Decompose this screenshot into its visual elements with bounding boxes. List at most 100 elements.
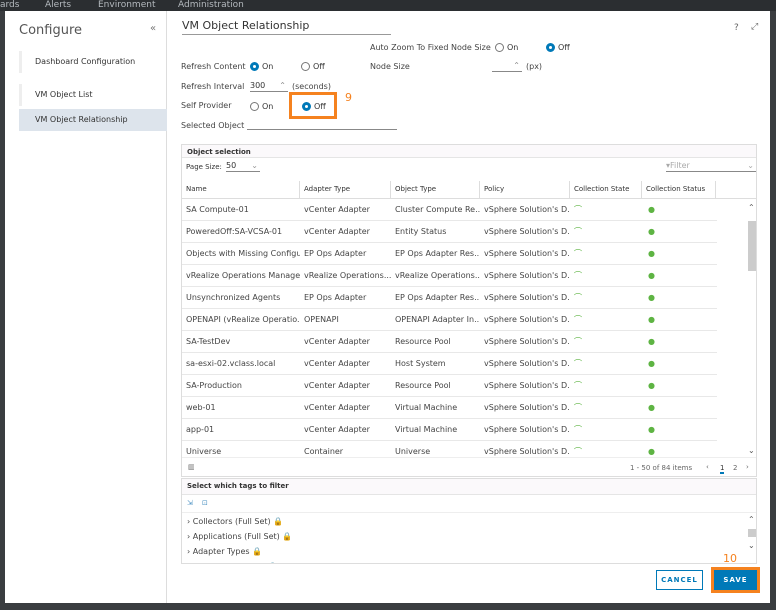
expand-all-icon[interactable]: ⇲: [187, 499, 193, 507]
collection-status-icon: ●: [648, 359, 655, 368]
table-row[interactable]: OPENAPI (vRealize Operatio... OPENAPI OPEN…: [182, 309, 717, 331]
collection-state-icon: ⌒: [574, 249, 582, 258]
table-row[interactable]: sa-esxi-02.vclass.local vCenter Adapter Ho…: [182, 353, 717, 375]
table-cell: web-01: [186, 403, 216, 412]
table-row[interactable]: web-01 vCenter Adapter Virtual Machine vSph…: [182, 397, 717, 419]
sidebar-item-vm-object-list[interactable]: VM Object List: [19, 84, 167, 106]
table-cell: Virtual Machine: [395, 425, 458, 434]
nav-dashboards[interactable]: ards: [0, 0, 19, 10]
table-cell: vSphere Solution's D...: [484, 205, 570, 214]
widget-title-input[interactable]: VM Object Relationship: [182, 19, 391, 35]
table-cell: Universe: [186, 447, 222, 456]
column-header[interactable]: Collection Status: [642, 181, 716, 198]
refresh-content-off-radio[interactable]: Off: [301, 62, 325, 71]
step-9-label: 9: [345, 91, 352, 104]
self-provider-on-radio[interactable]: On: [250, 102, 273, 111]
collection-state-icon: ⌒: [574, 205, 582, 214]
table-cell: vCenter Adapter: [304, 403, 370, 412]
step-10-label: 10: [723, 552, 737, 565]
collection-status-icon: ●: [648, 205, 655, 214]
nav-alerts[interactable]: Alerts: [45, 0, 71, 10]
table-cell: vRealize Operations Manage...: [186, 271, 300, 280]
collection-status-icon: ●: [648, 381, 655, 390]
column-header[interactable]: Object Type: [391, 181, 480, 198]
tag-tree-item[interactable]: › Collectors (Full Set) 🔒: [187, 517, 283, 526]
table-row[interactable]: vRealize Operations Manage... vRealize Op…: [182, 265, 717, 287]
table-cell: vRealize Operations...: [304, 271, 391, 280]
table-cell: Host System: [395, 359, 446, 368]
expand-icon[interactable]: ⤢: [751, 22, 758, 32]
chevron-right-icon[interactable]: ›: [187, 547, 190, 556]
page-size-select[interactable]: 50 ⌄: [226, 161, 260, 172]
chevron-right-icon[interactable]: ›: [187, 517, 190, 526]
step-9-highlight: [289, 92, 337, 119]
refresh-interval-input[interactable]: 300 ⌃: [250, 81, 288, 92]
nav-administration[interactable]: Administration: [178, 0, 244, 10]
table-cell: vSphere Solution's D...: [484, 359, 570, 368]
filter-input[interactable]: ▾Filter ⌄: [666, 161, 756, 172]
column-header[interactable]: Policy: [480, 181, 570, 198]
refresh-content-on-radio[interactable]: On: [250, 62, 273, 71]
refresh-interval-unit: (seconds): [292, 82, 331, 91]
page-2-link[interactable]: 2: [733, 464, 737, 472]
sidebar-item-dashboard-configuration[interactable]: Dashboard Configuration: [19, 51, 167, 73]
save-button[interactable]: SAVE: [714, 570, 757, 590]
selected-object-input[interactable]: [247, 119, 397, 130]
node-size-unit: (px): [526, 62, 543, 71]
table-cell: vSphere Solution's D...: [484, 227, 570, 236]
nav-environment[interactable]: Environment: [98, 0, 155, 10]
table-cell: vCenter Adapter: [304, 337, 370, 346]
table-cell: EP Ops Adapter Res...: [395, 249, 480, 258]
table-row[interactable]: Unsynchronized Agents EP Ops Adapter EP Op…: [182, 287, 717, 309]
table-cell: EP Ops Adapter Res...: [395, 293, 480, 302]
auto-zoom-on-radio[interactable]: On: [495, 43, 518, 52]
table-cell: app-01: [186, 425, 215, 434]
collapse-icon[interactable]: «: [150, 23, 156, 34]
collection-status-icon: ●: [648, 337, 655, 346]
configure-dialog: Configure « Dashboard Configuration VM O…: [5, 11, 770, 603]
table-cell: vSphere Solution's D...: [484, 381, 570, 390]
tag-tree-item[interactable]: › Applications (Full Set) 🔒: [187, 532, 292, 541]
chevron-right-icon[interactable]: ›: [187, 562, 190, 563]
lock-icon: 🔒: [282, 532, 293, 541]
help-icon[interactable]: ?: [734, 23, 739, 33]
table-cell: SA Compute-01: [186, 205, 249, 214]
node-size-label: Node Size: [370, 62, 410, 71]
table-cell: OPENAPI Adapter In...: [395, 315, 480, 324]
grid-scrollbar[interactable]: ⌃ ⌄: [747, 199, 757, 457]
collection-status-icon: ●: [648, 227, 655, 236]
collapse-all-icon[interactable]: ⊡: [202, 499, 208, 507]
table-row[interactable]: SA-TestDev vCenter Adapter Resource Pool vS…: [182, 331, 717, 353]
table-cell: EP Ops Adapter: [304, 293, 367, 302]
next-page-icon[interactable]: ›: [746, 463, 749, 471]
table-cell: Universe: [395, 447, 431, 456]
tag-tree-item[interactable]: › Adapter Instances 🔒: [187, 562, 278, 563]
lock-icon: 🔒: [268, 562, 278, 563]
prev-page-icon[interactable]: ‹: [706, 463, 709, 471]
page-1-link[interactable]: 1: [720, 464, 725, 474]
chevron-right-icon[interactable]: ›: [187, 532, 190, 541]
sidebar-item-vm-object-relationship[interactable]: VM Object Relationship: [19, 109, 167, 131]
table-cell: vSphere Solution's D...: [484, 425, 570, 434]
table-row[interactable]: SA-Production vCenter Adapter Resource Poo…: [182, 375, 717, 397]
node-size-input[interactable]: ⌃: [492, 61, 522, 72]
table-row[interactable]: Objects with Missing Configu... EP Ops Ad…: [182, 243, 717, 265]
table-row[interactable]: app-01 vCenter Adapter Virtual Machine vSph…: [182, 419, 717, 441]
table-row[interactable]: Universe Container Universe vSphere Solutio…: [182, 441, 717, 457]
table-cell: Unsynchronized Agents: [186, 293, 281, 302]
self-provider-label: Self Provider: [181, 101, 232, 110]
column-toggle-icon[interactable]: ▥: [188, 463, 195, 471]
table-cell: vSphere Solution's D...: [484, 403, 570, 412]
column-header[interactable]: Name: [182, 181, 300, 198]
table-row[interactable]: PoweredOff:SA-VCSA-01 vCenter Adapter Enti…: [182, 221, 717, 243]
table-row[interactable]: SA Compute-01 vCenter Adapter Cluster Comp…: [182, 199, 717, 221]
table-cell: EP Ops Adapter: [304, 249, 367, 258]
auto-zoom-off-radio[interactable]: Off: [546, 43, 570, 52]
column-header[interactable]: Adapter Type: [300, 181, 391, 198]
refresh-content-label: Refresh Content: [181, 62, 246, 71]
column-header[interactable]: Collection State: [570, 181, 642, 198]
tags-scrollbar[interactable]: ⌃ ⌄: [748, 515, 756, 555]
table-cell: vCenter Adapter: [304, 359, 370, 368]
cancel-button[interactable]: CANCEL: [656, 570, 703, 590]
tag-tree-item[interactable]: › Adapter Types 🔒: [187, 547, 262, 556]
